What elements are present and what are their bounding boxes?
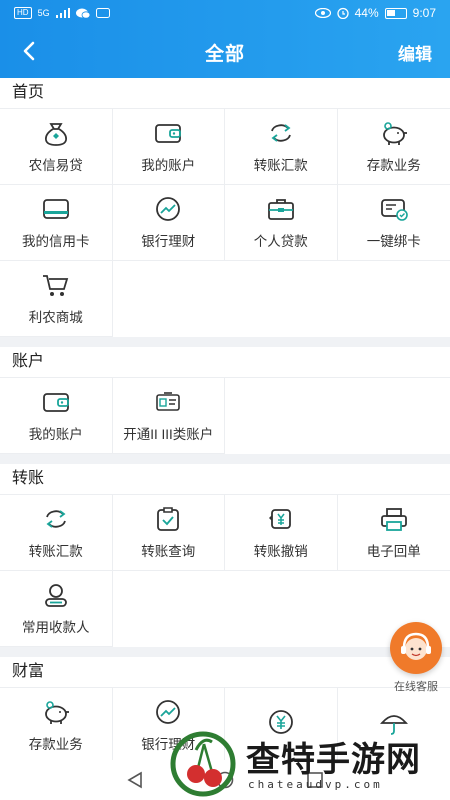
menu-item-label: 转账汇款 bbox=[253, 157, 308, 173]
battery-icon bbox=[384, 7, 407, 19]
id-card-icon bbox=[153, 389, 183, 415]
menu-item[interactable]: 存款业务 bbox=[0, 688, 113, 760]
menu-item[interactable]: 开通II III类账户 bbox=[112, 378, 225, 454]
menu-item-label: 我的账户 bbox=[28, 426, 83, 442]
section-title: 转账 bbox=[12, 470, 45, 487]
section-title: 首页 bbox=[12, 84, 45, 101]
wallet-icon bbox=[41, 389, 71, 415]
menu-item[interactable]: 转账查询 bbox=[112, 495, 225, 571]
clipboard-check-icon bbox=[153, 506, 183, 532]
system-nav-bar bbox=[0, 760, 450, 800]
menu-item[interactable]: 个人贷款 bbox=[225, 185, 338, 261]
menu-item-label: 一键绑卡 bbox=[366, 233, 421, 249]
menu-item[interactable]: 银行理财 bbox=[112, 185, 225, 261]
hd-badge: HD bbox=[14, 7, 32, 19]
section-0: 首页农信易贷 我的账户 转账汇款 存款业务我的信用卡 银行理财 个人贷款 一键绑卡利农商城 bbox=[0, 78, 450, 337]
menu-item[interactable] bbox=[225, 688, 338, 760]
menu-grid: 转账汇款 转账查询 转账撤销 电子回单常用收款人 bbox=[0, 494, 450, 647]
menu-item[interactable]: 常用收款人 bbox=[0, 571, 113, 647]
menu-item[interactable]: 转账汇款 bbox=[225, 109, 338, 185]
online-service-label: 在线客服 bbox=[394, 681, 438, 693]
umbrella-icon bbox=[379, 709, 409, 735]
online-service-button[interactable]: 在线客服 bbox=[388, 622, 444, 694]
wechat-icon bbox=[75, 8, 90, 19]
wallet-icon bbox=[153, 120, 183, 146]
status-bar: HD 5G 44% 9:07 bbox=[0, 0, 450, 26]
menu-item[interactable]: 电子回单 bbox=[337, 495, 450, 571]
eye-icon bbox=[314, 8, 331, 18]
bind-card-icon bbox=[379, 196, 409, 222]
credit-card-icon bbox=[41, 196, 71, 222]
menu-item-label: 农信易贷 bbox=[28, 157, 83, 173]
menu-item-label: 存款业务 bbox=[366, 157, 421, 173]
home-circle-icon[interactable] bbox=[216, 771, 234, 789]
recents-square-icon[interactable] bbox=[306, 771, 324, 789]
menu-item-label: 银行理财 bbox=[141, 233, 196, 249]
message-icon bbox=[95, 7, 110, 18]
money-bag-icon bbox=[41, 120, 71, 146]
service-avatar-icon bbox=[390, 622, 442, 674]
briefcase-icon bbox=[266, 196, 296, 222]
cart-icon bbox=[41, 272, 71, 298]
menu-item-label: 电子回单 bbox=[366, 543, 421, 559]
section-1: 账户我的账户 开通II III类账户 bbox=[0, 347, 450, 454]
signal-indicator: 5G bbox=[37, 8, 50, 18]
piggy-bank-icon bbox=[379, 120, 409, 146]
menu-item-label: 转账汇款 bbox=[28, 543, 83, 559]
nav-bar: 全部 编辑 bbox=[0, 26, 450, 78]
transfer-icon bbox=[41, 506, 71, 532]
section-3: 财富存款业务 银行理财 bbox=[0, 657, 450, 760]
section-title: 账户 bbox=[12, 353, 45, 370]
clock: 9:07 bbox=[412, 6, 436, 20]
menu-item-label: 转账查询 bbox=[141, 543, 196, 559]
section-2: 转账转账汇款 转账查询 转账撤销 电子回单常用收款人 bbox=[0, 464, 450, 647]
signal-icon bbox=[55, 8, 70, 18]
menu-item[interactable]: 我的账户 bbox=[112, 109, 225, 185]
menu-item-label: 开通II III类账户 bbox=[123, 426, 214, 442]
menu-item[interactable]: 银行理财 bbox=[113, 688, 225, 760]
menu-item[interactable]: 存款业务 bbox=[337, 109, 450, 185]
menu-item[interactable]: 利农商城 bbox=[0, 261, 113, 337]
alarm-icon bbox=[336, 7, 349, 19]
transfer-icon bbox=[266, 120, 296, 146]
menu-item-label: 我的信用卡 bbox=[22, 233, 90, 249]
trend-chart-icon bbox=[153, 196, 183, 222]
menu-item[interactable]: 我的账户 bbox=[0, 378, 113, 454]
menu-item[interactable]: 农信易贷 bbox=[0, 109, 113, 185]
menu-grid: 农信易贷 我的账户 转账汇款 存款业务我的信用卡 银行理财 个人贷款 一键绑卡利农商城 bbox=[0, 108, 450, 337]
menu-item-label: 利农商城 bbox=[28, 309, 83, 325]
menu-grid: 我的账户 开通II III类账户 bbox=[0, 377, 450, 454]
chevron-left-icon bbox=[23, 41, 35, 61]
menu-list: 首页 农信易贷 我的账户 转账汇款 存款业务 我的信用卡 银行理财 个人贷款 一键绑卡 利农商城账… bbox=[0, 78, 450, 760]
menu-item-label: 银行理财 bbox=[141, 736, 196, 752]
battery-percent: 44% bbox=[354, 6, 379, 20]
trend-chart-icon bbox=[153, 699, 183, 725]
menu-item-label: 常用收款人 bbox=[22, 619, 90, 635]
printer-icon bbox=[379, 506, 409, 532]
menu-item-label: 存款业务 bbox=[28, 736, 83, 752]
yuan-undo-icon bbox=[266, 506, 296, 532]
menu-item-label: 个人贷款 bbox=[253, 233, 308, 249]
menu-item[interactable] bbox=[338, 688, 450, 760]
back-triangle-icon[interactable] bbox=[126, 771, 144, 789]
edit-button[interactable]: 编辑 bbox=[398, 40, 432, 65]
menu-grid: 存款业务 银行理财 bbox=[0, 687, 450, 760]
back-button[interactable] bbox=[14, 36, 44, 66]
contact-icon bbox=[41, 582, 71, 608]
menu-item[interactable]: 一键绑卡 bbox=[337, 185, 450, 261]
menu-item[interactable]: 转账汇款 bbox=[0, 495, 113, 571]
menu-item[interactable]: 我的信用卡 bbox=[0, 185, 113, 261]
piggy-bank-icon bbox=[41, 699, 71, 725]
menu-item[interactable]: 转账撤销 bbox=[225, 495, 338, 571]
menu-item-label: 我的账户 bbox=[141, 157, 196, 173]
yuan-coin-icon bbox=[266, 709, 296, 735]
page-title: 全部 bbox=[204, 43, 245, 65]
section-title: 财富 bbox=[12, 663, 45, 680]
menu-item-label: 转账撤销 bbox=[253, 543, 308, 559]
